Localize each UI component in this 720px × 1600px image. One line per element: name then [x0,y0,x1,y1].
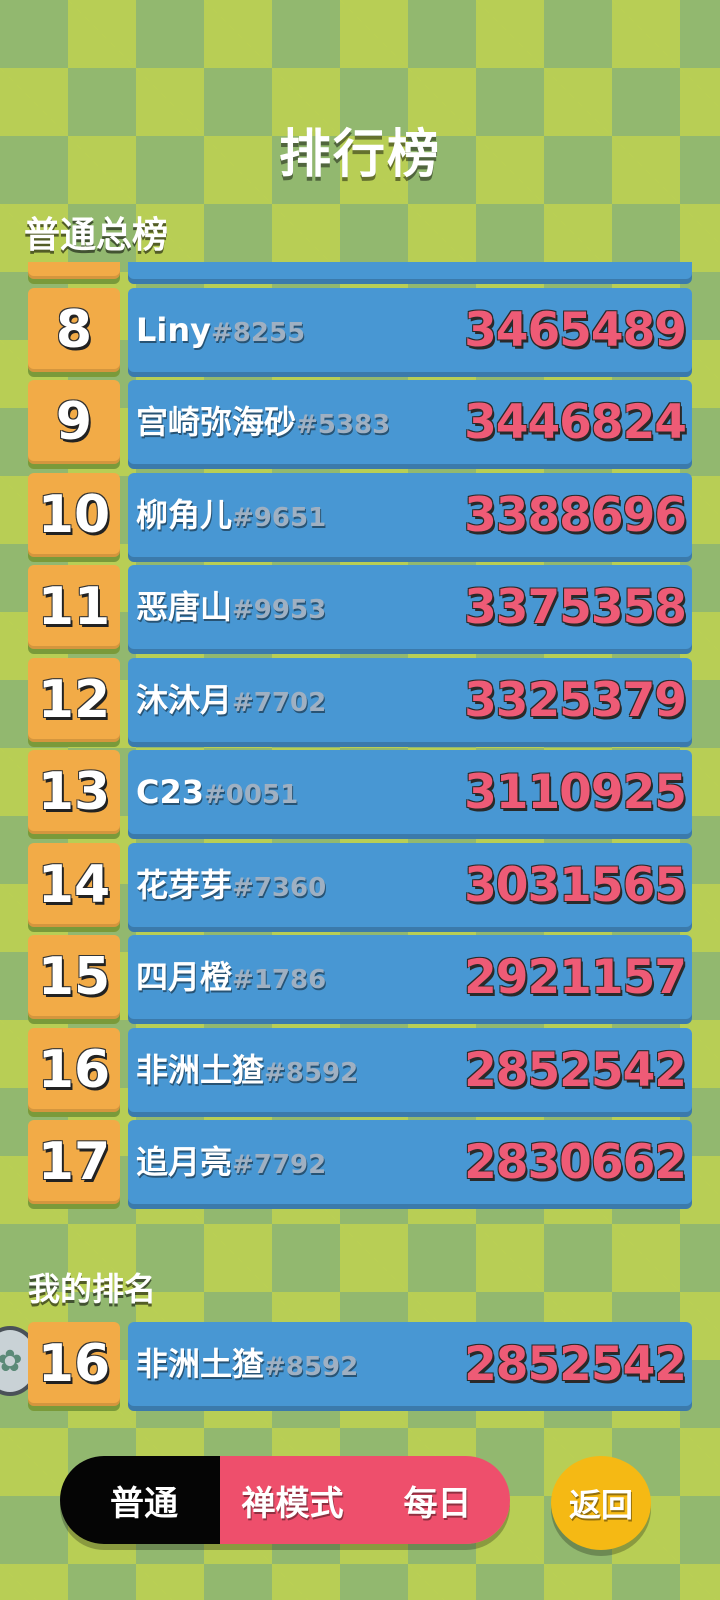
rank-number: 9 [28,380,120,464]
player-name-text: C23 [136,773,205,811]
rank-number: 8 [28,287,120,372]
player-name-text: 追月亮 [136,1143,233,1181]
player-card: 恶唐山#9953 3375358 [128,565,692,649]
player-card: 柳角儿#9651 3388696 [128,472,692,557]
player-name: Liny#8255 [136,288,305,372]
my-rank-label: 我的排名 [28,1270,157,1308]
rank-number: 13 [28,750,120,834]
leaderboard-row: 10 柳角儿#9651 3388696 [0,472,720,559]
player-card: 快爆用户119145189#3668 4182652 [128,262,692,279]
player-tag: #0051 [204,780,299,810]
player-tag: #8592 [264,1352,359,1382]
player-tag: #7792 [232,1150,327,1180]
player-name: 四月橙#1786 [136,935,326,1019]
player-name: 非洲土猹#8592 [136,1322,358,1406]
board-label: 普通总榜 [24,215,169,256]
player-score: 3388696 [464,487,687,543]
player-tag: #9651 [232,502,327,533]
leaderboard-row: 8 Liny#8255 3465489 [0,287,720,374]
player-name-text: 宫崎弥海砂 [136,403,297,441]
rank-number: 12 [28,657,120,742]
rank-number: 17 [28,1120,120,1204]
leaderboard-row: 16 非洲土猹#8592 2852542 [0,1027,720,1114]
leaderboard-list[interactable]: 7快爆用户119145189#366841826528Liny#82553465… [0,262,720,1247]
player-name-text: Liny [136,310,211,349]
player-card: Liny#8255 3465489 [128,287,692,372]
player-tag: #5383 [296,410,391,440]
rank-number: 15 [28,935,120,1019]
player-name-text: 恶唐山 [136,588,233,626]
leaderboard-row: 17 追月亮#7792 2830662 [0,1120,720,1206]
player-score: 3031565 [464,857,687,913]
player-score: 2852542 [464,1042,687,1098]
player-card: 追月亮#7792 2830662 [128,1120,692,1204]
mode-tab-group: 禅模式 每日 [220,1456,510,1544]
player-tag: #7702 [232,687,327,718]
leaderboard-row: 7 快爆用户119145189#3668 4182652 [0,262,720,281]
player-tag: #8592 [264,1057,359,1088]
rank-number: 16 [28,1027,120,1112]
player-name: 宫崎弥海砂#5383 [136,380,390,464]
back-button[interactable]: 返回 [551,1456,651,1550]
rank-number: 10 [28,472,120,557]
player-name: 恶唐山#9953 [136,565,326,649]
leaderboard-row: 13 C23#0051 3110925 [0,750,720,836]
page-title: 排行榜 [278,125,441,185]
player-name: 非洲土猹#8592 [136,1028,358,1112]
mode-tab-bar: 普通 禅模式 每日 [60,1456,510,1544]
player-tag: #7360 [232,872,327,903]
player-card: 宫崎弥海砂#5383 3446824 [128,380,692,464]
leaderboard-row: 11 恶唐山#9953 3375358 [0,565,720,651]
player-tag: #9953 [232,595,327,625]
player-score: 2921157 [464,950,687,1005]
rank-number: 7 [28,262,120,279]
rank-number: 11 [28,565,120,649]
player-tag: #1786 [232,965,327,995]
player-card: C23#0051 3110925 [128,750,692,834]
player-tag: #8255 [211,317,306,348]
player-name: 快爆用户119145189#3668 [136,262,455,279]
player-score: 3465489 [464,302,687,358]
leaderboard-row: 15 四月橙#1786 2921157 [0,935,720,1021]
player-score: 2830662 [464,1135,687,1190]
player-score: 3375358 [464,580,687,635]
leaderboard-row: 14 花芽芽#7360 3031565 [0,842,720,929]
player-name: 花芽芽#7360 [136,843,326,927]
tab-normal[interactable]: 普通 [60,1456,220,1544]
tab-daily[interactable]: 每日 [365,1456,510,1544]
player-card: 沐沐月#7702 3325379 [128,657,692,742]
player-name-text: 花芽芽 [136,865,233,904]
player-card: 非洲土猹#8592 2852542 [128,1322,692,1406]
my-rank-row: 16 非洲土猹#8592 2852542 [0,1322,720,1408]
player-card: 非洲土猹#8592 2852542 [128,1027,692,1112]
leaderboard-row: 9 宫崎弥海砂#5383 3446824 [0,380,720,466]
player-name-text: 柳角儿 [136,495,233,534]
tab-zen[interactable]: 禅模式 [220,1456,365,1544]
player-name: C23#0051 [136,750,298,834]
leaderboard-row: 12 沐沐月#7702 3325379 [0,657,720,744]
player-card: 四月橙#1786 2921157 [128,935,692,1019]
player-score: 3325379 [464,672,687,728]
player-card: 花芽芽#7360 3031565 [128,842,692,927]
rank-number: 16 [28,1322,120,1406]
rank-number: 14 [28,842,120,927]
player-name-text: 沐沐月 [136,680,233,719]
player-name-text: 四月橙 [136,958,233,996]
player-score: 4182652 [464,262,687,279]
player-name: 柳角儿#9651 [136,473,326,557]
player-name-text: 非洲土猹 [136,1345,265,1383]
player-score: 3446824 [464,395,687,450]
player-name: 沐沐月#7702 [136,658,326,742]
player-score: 3110925 [464,765,687,820]
player-score: 2852542 [464,1337,687,1392]
player-name-text: 非洲土猹 [136,1050,265,1089]
player-name: 追月亮#7792 [136,1120,326,1204]
